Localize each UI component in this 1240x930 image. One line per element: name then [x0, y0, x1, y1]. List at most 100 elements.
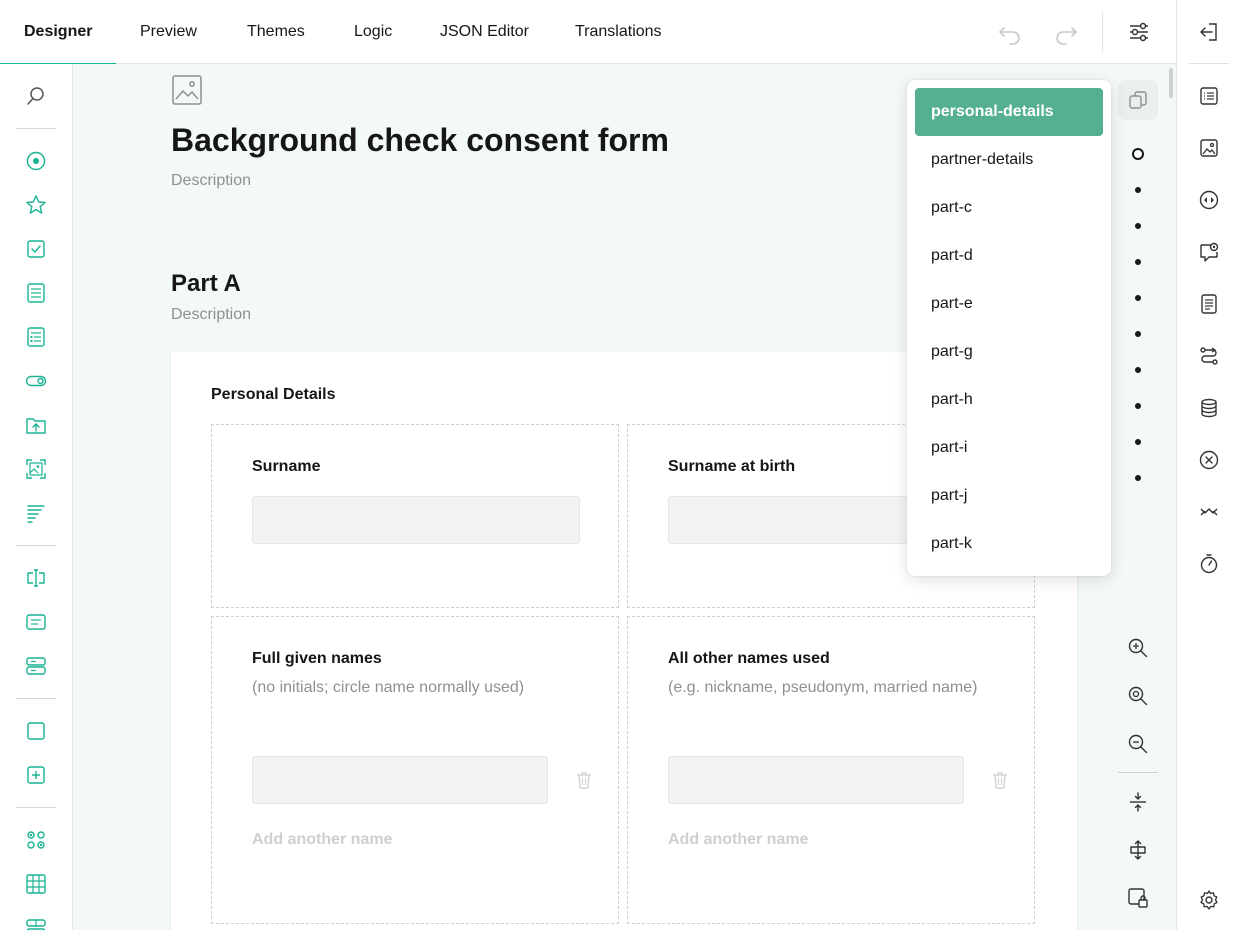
- toolbox-item-panel[interactable]: [20, 715, 52, 747]
- tab-themes[interactable]: Themes: [223, 0, 329, 64]
- question-title[interactable]: Full given names: [252, 650, 382, 668]
- page-nav-dot[interactable]: [1135, 439, 1141, 445]
- sidebar-settings-button[interactable]: [1193, 884, 1225, 916]
- page-option-part-h[interactable]: part-h: [915, 376, 1103, 424]
- page-nav-dot[interactable]: [1135, 259, 1141, 265]
- page-option-personal-details[interactable]: personal-details: [915, 88, 1103, 136]
- question-title[interactable]: Surname: [252, 458, 320, 476]
- sidebar-validation-button[interactable]: [1193, 444, 1225, 476]
- survey-description[interactable]: Description: [171, 172, 251, 190]
- toolbox-item-matrix[interactable]: [20, 824, 52, 856]
- remove-name-button[interactable]: [988, 768, 1012, 792]
- tab-translations[interactable]: Translations: [551, 0, 686, 64]
- page-option-part-c[interactable]: part-c: [915, 184, 1103, 232]
- add-another-name-button[interactable]: Add another name: [252, 831, 392, 849]
- dropdown-icon: [27, 283, 45, 303]
- question-full-given-names[interactable]: Full given names (no initials; circle na…: [211, 616, 619, 924]
- zoom-to-fit-button[interactable]: [1122, 680, 1154, 712]
- tab-designer[interactable]: Designer: [0, 0, 117, 65]
- sidebar-logic-button[interactable]: [1193, 340, 1225, 372]
- sidebar-general-button[interactable]: [1193, 80, 1225, 112]
- page-option-part-g[interactable]: part-g: [915, 328, 1103, 376]
- tab-json-editor[interactable]: JSON Editor: [416, 0, 553, 64]
- page-nav-dot[interactable]: [1135, 403, 1141, 409]
- page-nav-dot[interactable]: [1135, 331, 1141, 337]
- page-navigator-toggle[interactable]: [1118, 80, 1158, 120]
- toolbox: [0, 64, 73, 930]
- sidebar-pages-button[interactable]: [1193, 288, 1225, 320]
- validation-icon: [1199, 450, 1219, 470]
- toolbox-item-boolean[interactable]: [20, 365, 52, 397]
- redo-button[interactable]: [1050, 16, 1082, 48]
- other-name-input[interactable]: [668, 756, 964, 804]
- question-title[interactable]: Surname at birth: [668, 458, 795, 476]
- sidebar-question-settings-button[interactable]: [1193, 236, 1225, 268]
- toolbox-item-rating[interactable]: [20, 189, 52, 221]
- page-option-part-j[interactable]: part-j: [915, 472, 1103, 520]
- panel-title[interactable]: Personal Details: [211, 386, 336, 404]
- toolbox-item-tagbox[interactable]: [20, 321, 52, 353]
- canvas-scrollbar[interactable]: [1169, 68, 1173, 98]
- zoom-out-button[interactable]: [1122, 728, 1154, 760]
- page-title[interactable]: Part A: [171, 270, 241, 298]
- question-surname[interactable]: Surname: [211, 424, 619, 608]
- page-description[interactable]: Description: [171, 306, 251, 324]
- lock-question-button[interactable]: [1122, 882, 1154, 914]
- toolbox-item-paneldynamic[interactable]: [20, 759, 52, 791]
- toolbox-item-matrixdynamic[interactable]: [20, 912, 52, 930]
- page-option-part-d[interactable]: part-d: [915, 232, 1103, 280]
- page-nav-dot[interactable]: [1135, 295, 1141, 301]
- lock-icon: [1128, 888, 1148, 908]
- toolbox-item-radiogroup[interactable]: [20, 145, 52, 177]
- page-nav-dot[interactable]: [1135, 223, 1141, 229]
- question-description[interactable]: (no initials; circle name normally used): [252, 679, 524, 697]
- toolbox-item-file[interactable]: [20, 409, 52, 441]
- page-option-part-i[interactable]: part-i: [915, 424, 1103, 472]
- collapse-sidebar-button[interactable]: [1193, 16, 1225, 48]
- tab-preview[interactable]: Preview: [116, 0, 221, 64]
- toolbox-item-imagepicker[interactable]: [20, 453, 52, 485]
- settings-button[interactable]: [1123, 16, 1155, 48]
- general-list-icon: [1200, 87, 1218, 105]
- file-upload-icon: [26, 418, 46, 434]
- toolbox-item-comment[interactable]: [20, 606, 52, 638]
- page-nav-dot[interactable]: [1135, 367, 1141, 373]
- zoom-in-button[interactable]: [1122, 632, 1154, 664]
- given-name-input[interactable]: [252, 756, 548, 804]
- panel-dynamic-icon: [27, 766, 45, 784]
- page-nav-dot[interactable]: [1135, 475, 1141, 481]
- ranking-icon: [27, 505, 45, 523]
- navigation-icon: [1199, 190, 1219, 210]
- page-nav-dot[interactable]: [1135, 187, 1141, 193]
- toolbox-item-matrixdropdown[interactable]: [20, 868, 52, 900]
- add-another-name-button[interactable]: Add another name: [668, 831, 808, 849]
- logo-placeholder[interactable]: [171, 74, 203, 106]
- toolbox-item-ranking[interactable]: [20, 497, 52, 529]
- page-option-part-e[interactable]: part-e: [915, 280, 1103, 328]
- toolbox-item-text[interactable]: [20, 562, 52, 594]
- toolbox-item-multipletext[interactable]: [20, 650, 52, 682]
- question-title[interactable]: All other names used: [668, 650, 830, 668]
- toolbox-item-dropdown[interactable]: [20, 277, 52, 309]
- tab-logic[interactable]: Logic: [330, 0, 416, 64]
- collapse-all-button[interactable]: [1122, 786, 1154, 818]
- surname-input[interactable]: [252, 496, 580, 544]
- sidebar-logo-button[interactable]: [1193, 132, 1225, 164]
- multiple-text-icon: [26, 657, 46, 675]
- comment-icon: [26, 614, 46, 630]
- question-all-other-names[interactable]: All other names used (e.g. nickname, pse…: [627, 616, 1035, 924]
- sidebar-timer-button[interactable]: [1193, 548, 1225, 580]
- page-option-part-k[interactable]: part-k: [915, 520, 1103, 568]
- survey-title[interactable]: Background check consent form: [171, 122, 669, 159]
- remove-name-button[interactable]: [572, 768, 596, 792]
- toolbox-search-button[interactable]: [20, 80, 52, 112]
- question-description[interactable]: (e.g. nickname, pseudonym, married name): [668, 679, 977, 697]
- sidebar-navigation-button[interactable]: [1193, 184, 1225, 216]
- expand-all-button[interactable]: [1122, 834, 1154, 866]
- sidebar-completed-button[interactable]: [1193, 496, 1225, 528]
- toolbox-item-checkbox[interactable]: [20, 233, 52, 265]
- page-nav-dot[interactable]: [1132, 148, 1144, 160]
- page-option-partner-details[interactable]: partner-details: [915, 136, 1103, 184]
- sidebar-data-button[interactable]: [1193, 392, 1225, 424]
- undo-button[interactable]: [994, 16, 1026, 48]
